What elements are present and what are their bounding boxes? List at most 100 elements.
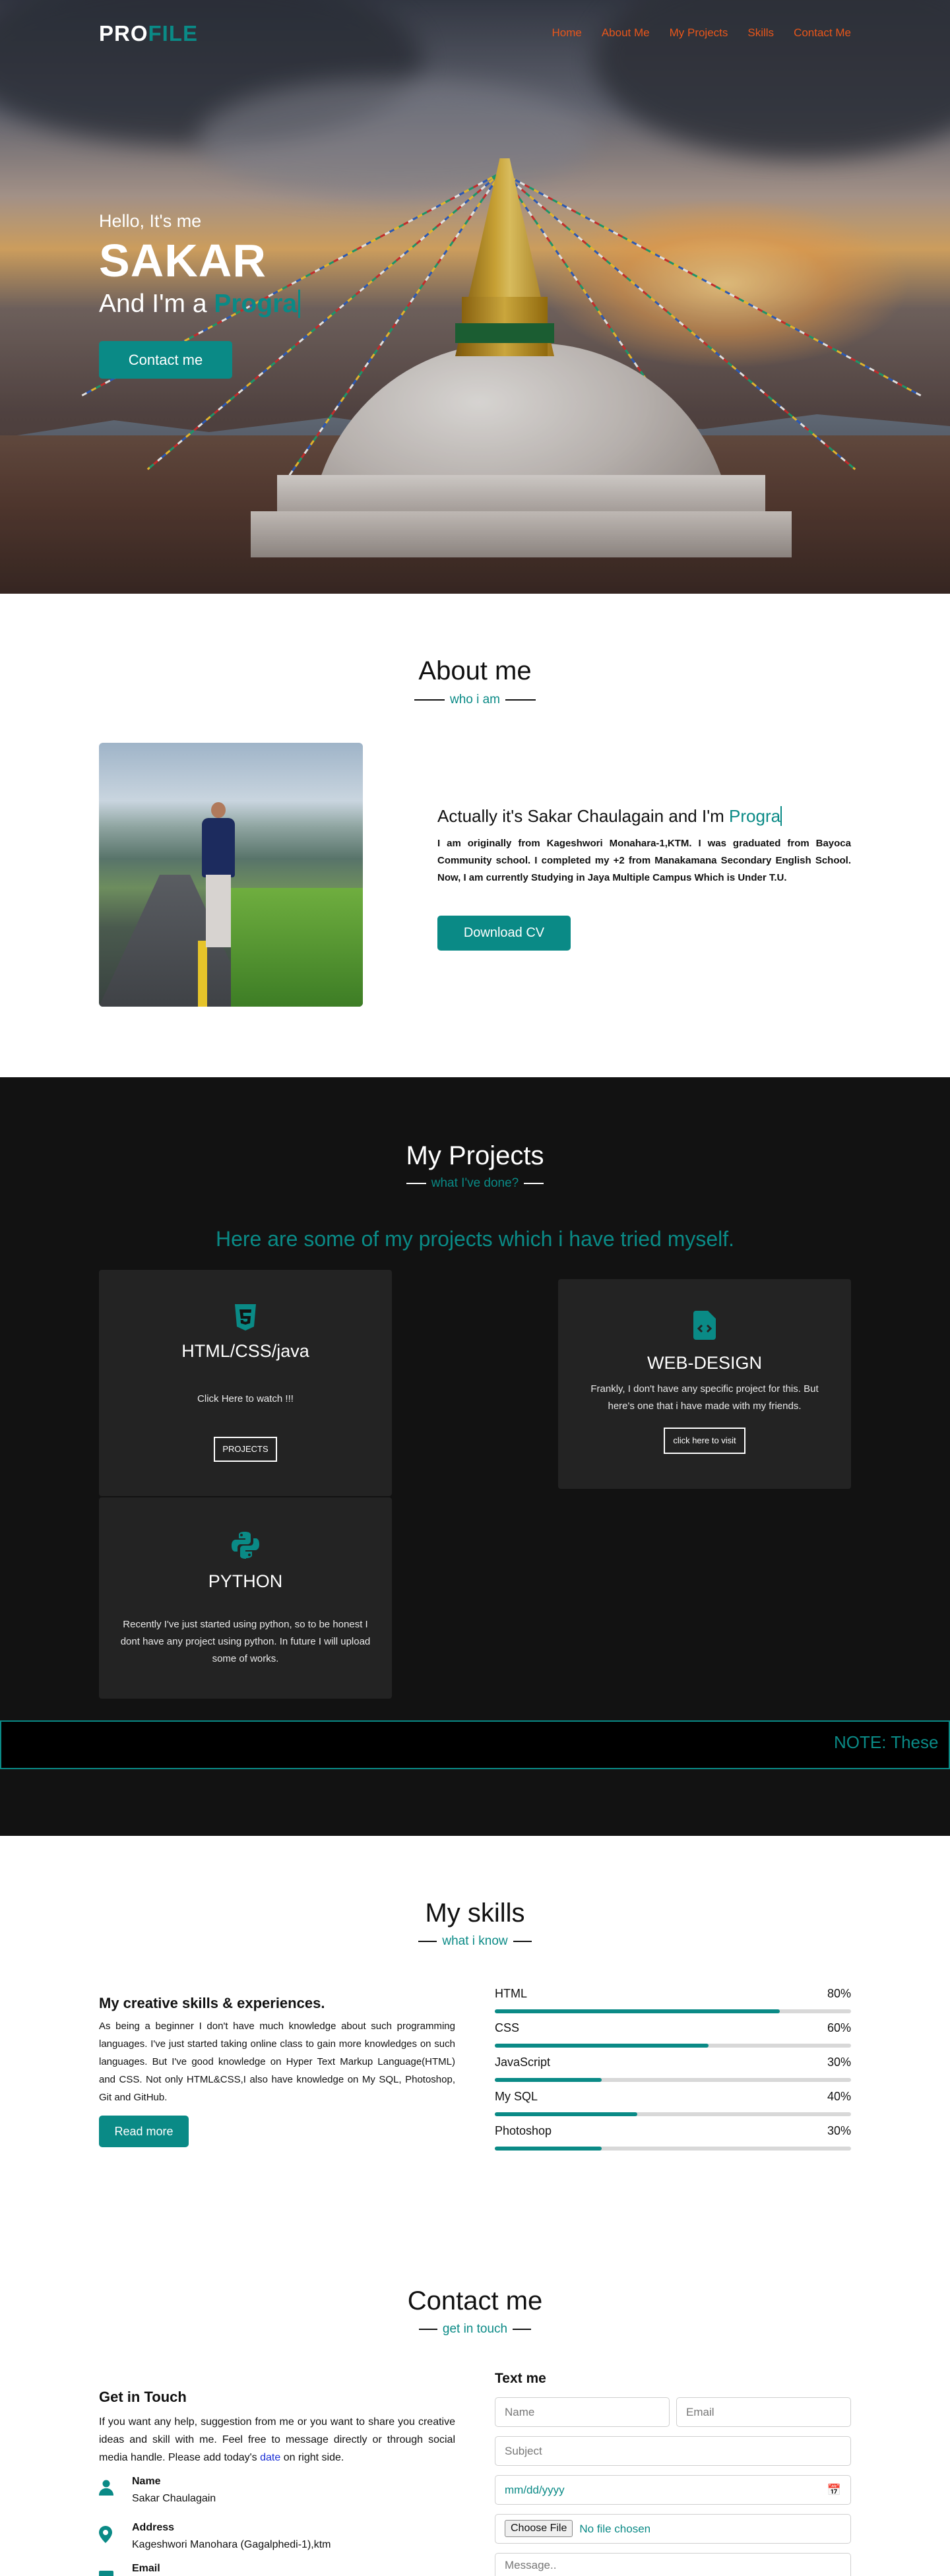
project-card-text: Click Here to watch !!!: [197, 1393, 294, 1404]
divider-line: [418, 1940, 437, 1942]
skill-name: My SQL: [495, 2090, 538, 2103]
site-logo[interactable]: PROFILE: [99, 21, 198, 46]
hero-text: Hello, It's me SAKAR And I'm a Progra: [99, 211, 301, 319]
hero-role: And I'm a Progra: [99, 290, 301, 319]
divider-line: [418, 2328, 437, 2330]
projects-title: My Projects: [406, 1141, 544, 1170]
skill-track: [495, 2009, 851, 2013]
profile-photo: [99, 743, 363, 1007]
skill-fill: [495, 2078, 602, 2082]
project-card-title: PYTHON: [208, 1571, 283, 1591]
skill-percent: 40%: [827, 2090, 851, 2103]
contact-value: Sakar Chaulagain: [132, 2493, 216, 2504]
text-me-heading: Text me: [495, 2371, 546, 2386]
about-heading-typed: Progra: [729, 806, 782, 826]
nav-skills[interactable]: Skills: [747, 26, 774, 40]
about-heading-prefix: Actually it's Sakar Chaulagain and I'm: [437, 806, 730, 826]
user-icon: [99, 2480, 113, 2497]
about-heading: Actually it's Sakar Chaulagain and I'm P…: [437, 806, 782, 827]
python-icon: [231, 1530, 260, 1562]
skills-title: My skills: [425, 1899, 525, 1928]
click-here-to-visit-button[interactable]: click here to visit: [664, 1428, 745, 1454]
download-cv-button[interactable]: Download CV: [437, 916, 571, 951]
divider-line: [513, 1940, 532, 1942]
hero-role-prefix: And I'm a: [99, 290, 214, 318]
skills-paragraph: As being a beginner I don't have much kn…: [99, 2021, 455, 2103]
nav-about-me[interactable]: About Me: [602, 26, 650, 40]
skill-track: [495, 2147, 851, 2151]
read-more-button[interactable]: Read more: [99, 2116, 189, 2147]
hero-role-typed: Progra: [214, 290, 301, 318]
contact-label: Name: [132, 2476, 161, 2487]
project-card-web-design: WEB-DESIGN Frankly, I don't have any spe…: [558, 1279, 851, 1489]
hero-name: SAKAR: [99, 235, 267, 286]
skill-percent: 80%: [827, 1987, 851, 2000]
divider-line: [513, 2328, 532, 2330]
skill-bar-css: CSS 60%: [495, 2021, 851, 2049]
logo-part-file: FILE: [148, 21, 199, 46]
skill-name: CSS: [495, 2021, 520, 2034]
projects-subtitle-text: what I've done?: [431, 1176, 519, 1190]
contact-address-item: Address Kageshwori Manohara (Gagalphedi-…: [99, 2522, 455, 2555]
calendar-icon[interactable]: 📅: [827, 2476, 841, 2504]
contact-paragraph: If you want any help, suggestion from me…: [99, 2413, 455, 2466]
photo-person-jacket: [202, 818, 235, 877]
photo-road-line: [198, 941, 207, 1007]
contact-email-item: Email: [99, 2563, 455, 2576]
about-paragraph: I am originally from Kageshwori Monahara…: [437, 838, 851, 883]
project-card-text: Frankly, I don't have any specific proje…: [590, 1383, 819, 1412]
contact-label: Address: [132, 2522, 175, 2533]
skill-track: [495, 2078, 851, 2082]
project-card-python: PYTHON Recently I've just started using …: [99, 1497, 392, 1699]
file-code-icon: [693, 1311, 716, 1342]
photo-person-legs: [206, 875, 231, 947]
contact-name-item: Name Sakar Chaulagain: [99, 2476, 455, 2509]
projects-section: My Projects what I've done? Here are som…: [0, 1077, 950, 1836]
name-input[interactable]: Name: [495, 2397, 670, 2427]
skill-name: JavaScript: [495, 2056, 551, 2069]
contact-subtitle-text: get in touch: [442, 2322, 508, 2336]
message-textarea[interactable]: Message..: [495, 2553, 851, 2576]
skill-bar-photoshop: Photoshop 30%: [495, 2124, 851, 2152]
main-nav: Home About Me My Projects Skills Contact…: [552, 26, 851, 40]
skills-heading: My creative skills & experiences.: [99, 1995, 325, 2011]
skill-fill: [495, 2044, 709, 2048]
skill-name: HTML: [495, 1987, 527, 2000]
projects-button[interactable]: PROJECTS: [214, 1437, 277, 1462]
hero-greeting: Hello, It's me: [99, 211, 202, 231]
file-input[interactable]: Choose File No file chosen: [495, 2514, 851, 2544]
contact-title: Contact me: [407, 2286, 543, 2315]
skill-fill: [495, 2112, 637, 2116]
about-subtitle: who i am: [0, 693, 950, 707]
choose-file-button[interactable]: Choose File: [505, 2520, 573, 2537]
hero-section: PROFILE Home About Me My Projects Skills…: [0, 0, 950, 594]
logo-part-pro: PRO: [99, 21, 148, 46]
project-card-title: HTML/CSS/java: [181, 1341, 309, 1361]
projects-lead: Here are some of my projects which i hav…: [215, 1227, 735, 1251]
skill-bar-html: HTML 80%: [495, 1987, 851, 2015]
note-marquee: NOTE: These: [0, 1720, 950, 1769]
contact-label: Email: [132, 2563, 160, 2574]
skill-bar-javascript: JavaScript 30%: [495, 2056, 851, 2083]
get-in-touch-heading: Get in Touch: [99, 2389, 187, 2405]
contact-me-button[interactable]: Contact me: [99, 341, 232, 379]
projects-subtitle: what I've done?: [0, 1176, 950, 1191]
email-input[interactable]: Email: [676, 2397, 851, 2427]
about-title: About me: [418, 656, 532, 685]
skill-bar-my-sql: My SQL 40%: [495, 2090, 851, 2118]
nav-home[interactable]: Home: [552, 26, 581, 40]
skills-subtitle: what i know: [0, 1934, 950, 1949]
date-input[interactable]: mm/dd/yyyy 📅: [495, 2475, 851, 2505]
skill-percent: 60%: [827, 2021, 851, 2034]
envelope-icon: [99, 2571, 113, 2576]
skill-percent: 30%: [827, 2124, 851, 2137]
nav-contact-me[interactable]: Contact Me: [794, 26, 851, 40]
about-subtitle-text: who i am: [449, 693, 501, 707]
nav-my-projects[interactable]: My Projects: [670, 26, 728, 40]
contact-value: Kageshwori Manohara (Gagalphedi-1),ktm: [132, 2539, 331, 2550]
subject-input[interactable]: Subject: [495, 2436, 851, 2466]
date-placeholder: mm/dd/yyyy: [505, 2484, 565, 2496]
map-marker-icon: [99, 2526, 113, 2543]
skill-percent: 30%: [827, 2056, 851, 2069]
html5-icon: [234, 1303, 257, 1335]
